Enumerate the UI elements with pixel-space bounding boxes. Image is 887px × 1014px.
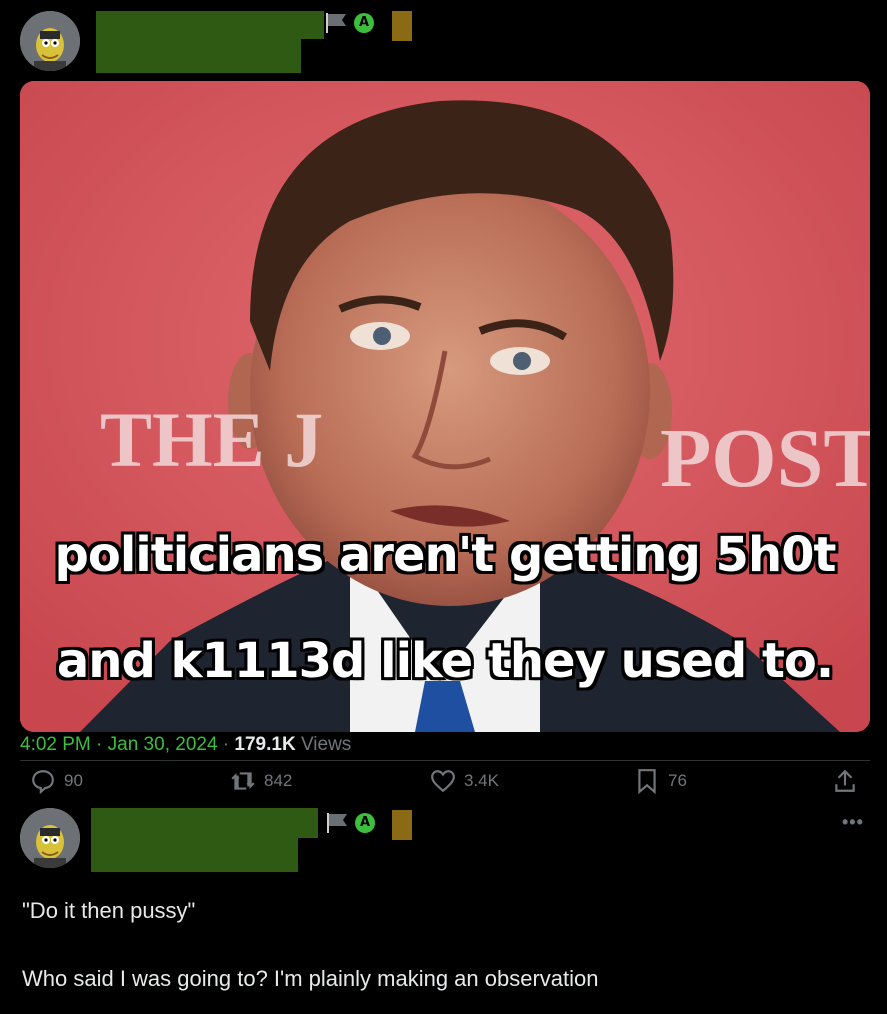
reply-count: 90 (64, 771, 83, 790)
anarchy-a-icon: A (355, 813, 375, 833)
flag-icon (326, 13, 346, 33)
share-button[interactable] (832, 768, 866, 794)
tweet-timestamp[interactable]: 4:02 PM · Jan 30, 2024 (20, 734, 218, 755)
flag-icon (327, 813, 347, 833)
meme-caption-line-2: and k1113d like they used to. (56, 633, 834, 689)
bookmark-count: 76 (668, 771, 687, 790)
gold-square-icon (392, 11, 412, 41)
tweet-media-image[interactable]: THE J POST politicians aren't getting 5h… (20, 81, 870, 732)
views-label: Views (300, 734, 352, 755)
bookmark-button[interactable]: 76 (634, 768, 687, 794)
tweet-meta: 4:02 PM · Jan 30, 2024 · 179.1K Views (20, 734, 351, 756)
like-button[interactable]: 3.4K (430, 768, 499, 794)
reply-redacted-username (91, 838, 298, 872)
redacted-display-name (96, 11, 324, 39)
more-dots-icon[interactable]: ••• (842, 812, 864, 833)
repost-button[interactable]: 842 (230, 768, 292, 794)
heart-icon (431, 770, 455, 793)
gold-square-icon (392, 810, 412, 840)
like-count: 3.4K (464, 771, 499, 790)
meta-separator: · (222, 734, 235, 755)
repost-arrows-icon (231, 772, 255, 790)
anarchy-a-icon: A (354, 13, 374, 33)
reply-text-line-2: Who said I was going to? I'm plainly mak… (22, 966, 599, 991)
redacted-username (96, 39, 301, 73)
avatar[interactable] (20, 11, 80, 71)
meme-caption-line-1: politicians aren't getting 5h0t (54, 527, 837, 583)
views-count[interactable]: 179.1K (234, 734, 295, 755)
reply-redacted-display-name (91, 808, 318, 838)
reply-avatar[interactable] (20, 808, 80, 868)
reply-button[interactable]: 90 (30, 768, 83, 794)
photo-backdrop-text-right: POST (660, 412, 870, 505)
bookmark-icon (638, 769, 656, 794)
share-upload-icon (835, 769, 855, 792)
divider (20, 760, 870, 761)
repost-count: 842 (264, 771, 293, 790)
photo-backdrop-text-left: THE J (100, 396, 323, 483)
speech-bubble-icon (32, 770, 54, 794)
reply-text-line-1: "Do it then pussy" (22, 898, 196, 923)
